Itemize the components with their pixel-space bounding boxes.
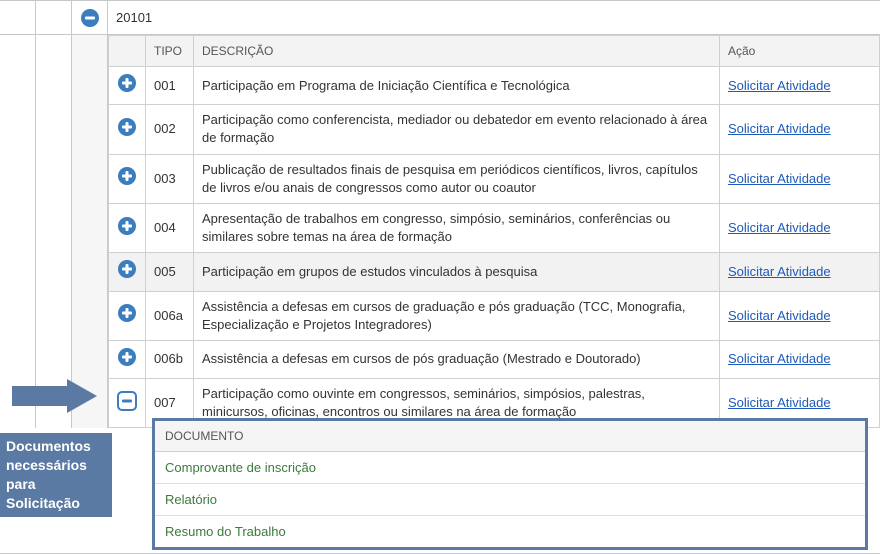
descricao-cell: Assistência a defesas em cursos de pós g… bbox=[194, 340, 720, 378]
tipo-cell: 006a bbox=[146, 291, 194, 340]
tipo-cell: 003 bbox=[146, 154, 194, 203]
expand-cell bbox=[109, 291, 146, 340]
period-id: 20101 bbox=[108, 1, 880, 34]
column-header-acao: Ação bbox=[720, 36, 880, 67]
tipo-cell: 005 bbox=[146, 253, 194, 291]
descricao-cell: Participação em grupos de estudos vincul… bbox=[194, 253, 720, 291]
column-header-descricao: DESCRIÇÃO bbox=[194, 36, 720, 67]
plus-icon[interactable] bbox=[117, 73, 137, 93]
plus-icon[interactable] bbox=[117, 303, 137, 323]
expand-cell bbox=[109, 340, 146, 378]
document-row: Comprovante de inscrição bbox=[155, 452, 865, 484]
gutter-cell bbox=[0, 1, 36, 34]
annotation-arrow bbox=[12, 379, 100, 413]
solicitar-atividade-link[interactable]: Solicitar Atividade bbox=[728, 121, 831, 136]
tipo-cell: 001 bbox=[146, 67, 194, 105]
document-name: Relatório bbox=[155, 484, 865, 516]
acao-cell: Solicitar Atividade bbox=[720, 67, 880, 105]
table-row: 003Publicação de resultados finais de pe… bbox=[109, 154, 880, 203]
minus-icon[interactable] bbox=[117, 391, 137, 411]
activities-table: TIPO DESCRIÇÃO Ação 001Participação em P… bbox=[108, 35, 880, 428]
column-header-expand bbox=[109, 36, 146, 67]
table-row: 002Participação como conferencista, medi… bbox=[109, 105, 880, 154]
table-row: 006bAssistência a defesas em cursos de p… bbox=[109, 340, 880, 378]
table-row: 001Participação em Programa de Iniciação… bbox=[109, 67, 880, 105]
document-name: Resumo do Trabalho bbox=[155, 516, 865, 548]
acao-cell: Solicitar Atividade bbox=[720, 253, 880, 291]
expand-cell bbox=[109, 379, 146, 428]
plus-icon[interactable] bbox=[117, 347, 137, 367]
gutter bbox=[72, 35, 108, 428]
descricao-cell: Participação como conferencista, mediado… bbox=[194, 105, 720, 154]
solicitar-atividade-link[interactable]: Solicitar Atividade bbox=[728, 308, 831, 323]
acao-cell: Solicitar Atividade bbox=[720, 105, 880, 154]
document-name: Comprovante de inscrição bbox=[155, 452, 865, 484]
solicitar-atividade-link[interactable]: Solicitar Atividade bbox=[728, 351, 831, 366]
period-toggle-cell bbox=[72, 1, 108, 34]
expand-cell bbox=[109, 67, 146, 105]
solicitar-atividade-link[interactable]: Solicitar Atividade bbox=[728, 78, 831, 93]
descricao-cell: Assistência a defesas em cursos de gradu… bbox=[194, 291, 720, 340]
expand-cell bbox=[109, 105, 146, 154]
expand-cell bbox=[109, 253, 146, 291]
solicitar-atividade-link[interactable]: Solicitar Atividade bbox=[728, 171, 831, 186]
tipo-cell: 006b bbox=[146, 340, 194, 378]
expand-cell bbox=[109, 154, 146, 203]
acao-cell: Solicitar Atividade bbox=[720, 154, 880, 203]
document-row: Relatório bbox=[155, 484, 865, 516]
table-row: 005Participação em grupos de estudos vin… bbox=[109, 253, 880, 291]
acao-cell: Solicitar Atividade bbox=[720, 340, 880, 378]
solicitar-atividade-link[interactable]: Solicitar Atividade bbox=[728, 264, 831, 279]
document-row: Resumo do Trabalho bbox=[155, 516, 865, 548]
activities-panel: TIPO DESCRIÇÃO Ação 001Participação em P… bbox=[108, 35, 880, 428]
solicitar-atividade-link[interactable]: Solicitar Atividade bbox=[728, 220, 831, 235]
period-row: 20101 bbox=[0, 1, 880, 35]
column-header-tipo: TIPO bbox=[146, 36, 194, 67]
plus-icon[interactable] bbox=[117, 216, 137, 236]
acao-cell: Solicitar Atividade bbox=[720, 291, 880, 340]
gutter bbox=[0, 35, 36, 428]
solicitar-atividade-link[interactable]: Solicitar Atividade bbox=[728, 395, 831, 410]
plus-icon[interactable] bbox=[117, 259, 137, 279]
table-row: 004Apresentação de trabalhos em congress… bbox=[109, 203, 880, 252]
expand-cell bbox=[109, 203, 146, 252]
gutter bbox=[36, 35, 72, 428]
descricao-cell: Participação em Programa de Iniciação Ci… bbox=[194, 67, 720, 105]
tipo-cell: 002 bbox=[146, 105, 194, 154]
minus-icon[interactable] bbox=[80, 8, 100, 28]
tipo-cell: 004 bbox=[146, 203, 194, 252]
acao-cell: Solicitar Atividade bbox=[720, 203, 880, 252]
plus-icon[interactable] bbox=[117, 166, 137, 186]
gutter-cell bbox=[36, 1, 72, 34]
documents-panel: DOCUMENTO Comprovante de inscriçãoRelató… bbox=[152, 418, 868, 550]
descricao-cell: Publicação de resultados finais de pesqu… bbox=[194, 154, 720, 203]
annotation-caption: Documentos necessários para Solicitação bbox=[0, 433, 112, 517]
table-row: 006aAssistência a defesas em cursos de g… bbox=[109, 291, 880, 340]
plus-icon[interactable] bbox=[117, 117, 137, 137]
descricao-cell: Apresentação de trabalhos em congresso, … bbox=[194, 203, 720, 252]
documents-header: DOCUMENTO bbox=[155, 421, 865, 452]
